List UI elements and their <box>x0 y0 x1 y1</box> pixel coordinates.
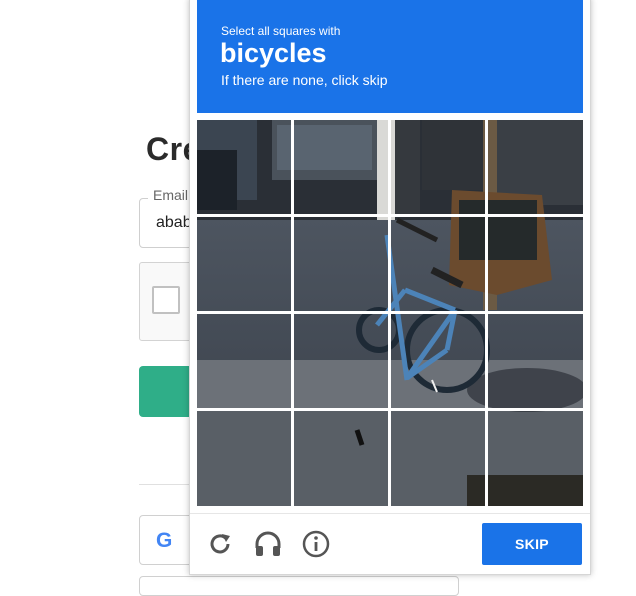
grid-tile[interactable] <box>197 217 291 311</box>
alt-signin-button[interactable] <box>139 576 459 596</box>
email-label: Email <box>148 187 194 203</box>
challenge-target: bicycles <box>220 38 327 68</box>
google-icon: G <box>156 529 173 552</box>
grid-tile[interactable] <box>391 411 485 505</box>
grid-tile[interactable] <box>488 217 582 311</box>
grid-tile[interactable] <box>294 120 388 214</box>
grid-tile[interactable] <box>391 314 485 408</box>
grid-tile[interactable] <box>197 314 291 408</box>
grid-tile[interactable] <box>488 314 582 408</box>
grid-divider <box>197 408 583 411</box>
grid-tile[interactable] <box>197 120 291 214</box>
email-value: abab <box>156 214 192 231</box>
grid-tile[interactable] <box>488 411 582 505</box>
headphones-icon[interactable] <box>252 528 284 560</box>
challenge-subtext: If there are none, click skip <box>221 72 388 88</box>
grid-tile[interactable] <box>197 411 291 505</box>
grid-divider <box>197 214 583 217</box>
grid-tile[interactable] <box>294 217 388 311</box>
reload-icon[interactable] <box>204 528 236 560</box>
grid-tile[interactable] <box>488 120 582 214</box>
grid-tile[interactable] <box>294 411 388 505</box>
skip-button[interactable]: SKIP <box>482 523 582 565</box>
grid-tile[interactable] <box>294 314 388 408</box>
challenge-prompt: Select all squares with bicycles If ther… <box>197 0 583 113</box>
footer-divider <box>190 513 590 514</box>
grid-tile[interactable] <box>391 120 485 214</box>
grid-tile[interactable] <box>391 217 485 311</box>
challenge-image-grid <box>197 120 583 506</box>
challenge-instruction: Select all squares with <box>221 24 341 38</box>
captcha-checkbox[interactable] <box>152 286 180 314</box>
info-icon[interactable] <box>300 528 332 560</box>
grid-divider <box>197 311 583 314</box>
